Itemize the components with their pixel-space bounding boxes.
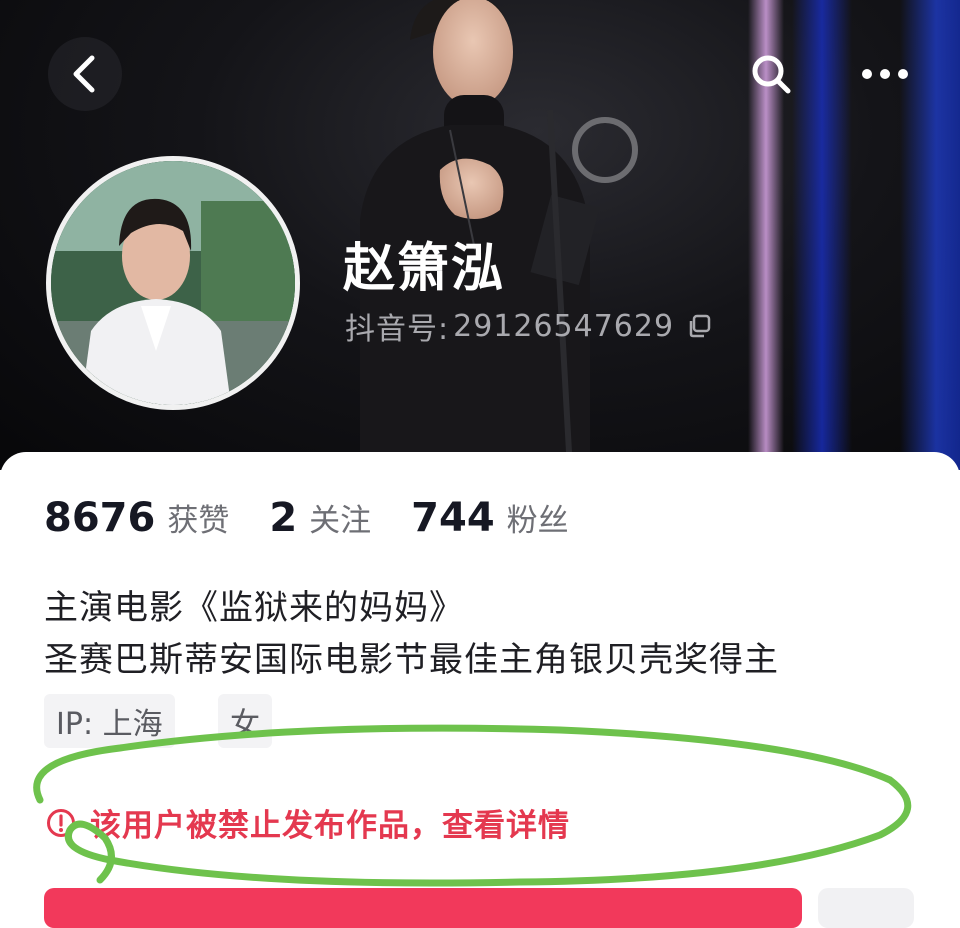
gender-tag: 女 [218, 694, 272, 748]
back-button[interactable] [48, 37, 122, 111]
ban-notice-text: 该用户被禁止发布作品，查看详情 [90, 808, 570, 844]
stat-label: 粉丝 [506, 503, 569, 539]
search-button[interactable] [734, 37, 808, 111]
stat-value: 744 [411, 495, 495, 541]
stat-label: 获赞 [167, 503, 230, 539]
follow-button[interactable] [44, 888, 802, 928]
avatar-photo [51, 161, 295, 405]
message-button[interactable] [818, 888, 914, 928]
ip-location-tag: IP: 上海 [44, 694, 175, 748]
more-button[interactable] [848, 37, 922, 111]
alert-circle-icon [46, 808, 76, 838]
avatar[interactable] [46, 156, 300, 410]
bio-line: 圣赛巴斯蒂安国际电影节最佳主角银贝壳奖得主 [44, 640, 779, 680]
douyin-id-row: 抖音号: 29126547629 [345, 304, 712, 348]
more-horizontal-icon [862, 69, 908, 79]
douyin-id-value: 29126547629 [453, 308, 675, 344]
stat-likes[interactable]: 8676 获赞 [44, 495, 229, 541]
stats-row: 8676 获赞 2 关注 744 粉丝 [44, 495, 609, 541]
douyin-id-label: 抖音号: [345, 312, 450, 347]
profile-name: 赵箫泓 [343, 239, 506, 299]
stat-label: 关注 [309, 503, 372, 539]
bio-line: 主演电影《监狱来的妈妈》 [44, 588, 464, 628]
stat-value: 8676 [44, 495, 156, 541]
stat-followers[interactable]: 744 粉丝 [411, 495, 569, 541]
ban-notice[interactable]: 该用户被禁止发布作品，查看详情 [46, 800, 570, 845]
stat-value: 2 [269, 495, 298, 541]
stat-following[interactable]: 2 关注 [269, 495, 371, 541]
chevron-left-icon [73, 55, 95, 93]
search-icon [752, 55, 791, 94]
profile-cover: 赵箫泓 抖音号: 29126547629 [0, 0, 960, 470]
copy-icon[interactable] [686, 313, 712, 339]
